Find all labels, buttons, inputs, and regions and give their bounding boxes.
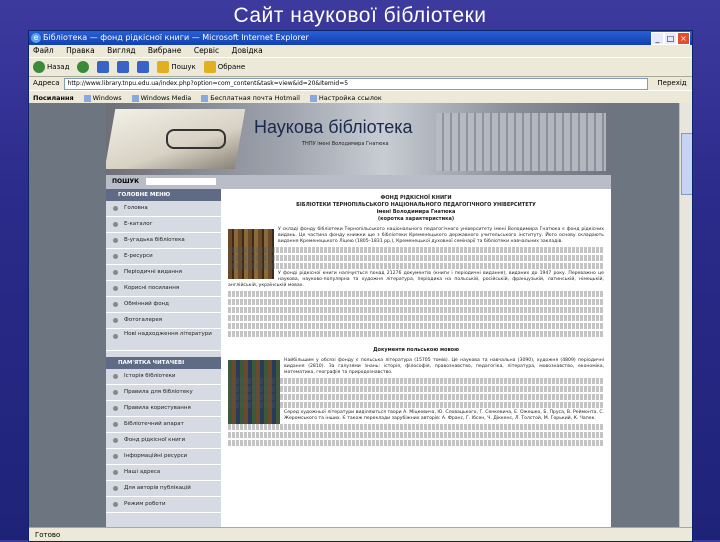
reader-item-info-resources[interactable]: Інформаційні ресурси: [106, 449, 221, 465]
university-building-image: [436, 113, 606, 171]
menu-item-useful-links[interactable]: Корисні посилання: [106, 281, 221, 297]
article-paragraph-1: У складі фонду бібліотеки Тернопільськог…: [278, 227, 604, 244]
site-title: Наукова бібліотека: [254, 117, 413, 137]
minimize-button[interactable]: _: [651, 32, 664, 45]
text-line: [228, 247, 604, 253]
article: ФОНД РІДКІСНОЇ КНИГИ БІБЛІОТЕКИ ТЕРНОПІЛ…: [224, 189, 608, 527]
menu-item-periodicals[interactable]: Періодичні видання: [106, 265, 221, 281]
browser-window: e Бібліотека — фонд рідкісної книги — Mi…: [28, 30, 693, 542]
maximize-button[interactable]: □: [664, 32, 677, 45]
reader-item-apparatus[interactable]: Бібліотечний апарат: [106, 417, 221, 433]
page-viewport: Наукова бібліотека ТНПУ імені Володимира…: [29, 103, 679, 527]
menu-help[interactable]: Довідка: [231, 46, 262, 55]
star-icon: [203, 61, 216, 73]
text-line: [228, 378, 604, 384]
go-button[interactable]: Перехід: [652, 77, 692, 90]
home-button[interactable]: [137, 61, 150, 73]
section-heading-polish: Документи польською мовою: [373, 347, 459, 353]
refresh-icon: [117, 61, 130, 73]
menu-item-home[interactable]: Головна: [106, 201, 221, 217]
close-button[interactable]: ×: [677, 32, 690, 45]
text-line: [228, 424, 604, 430]
menu-item-eresources[interactable]: Е-ресурси: [106, 249, 221, 265]
article-paragraph-3: Найбільшим у обсязі фонду є польська літ…: [284, 358, 604, 375]
bookshelf-photo: [228, 229, 274, 279]
stop-icon: [97, 61, 110, 73]
menu-item-ecatalog[interactable]: Е-каталог: [106, 217, 221, 233]
sidebar: ГОЛОВНЕ МЕНЮ Головна Е-каталог В-угадька…: [106, 189, 221, 527]
ie-logo-icon: e: [31, 33, 41, 43]
site-search-input[interactable]: [146, 178, 216, 185]
text-line: [228, 440, 604, 446]
reader-item-address[interactable]: Наші адреса: [106, 465, 221, 481]
menu-item-virtual-library[interactable]: В-угадька бібліотека: [106, 233, 221, 249]
reader-item-rules-usage[interactable]: Правила користування: [106, 401, 221, 417]
web-page: Наукова бібліотека ТНПУ імені Володимира…: [106, 103, 611, 527]
address-label: Адреса: [33, 79, 60, 87]
address-bar: Адреса http://www.library.tnpu.edu.ua/in…: [29, 77, 692, 90]
menu-item-exchange-fund[interactable]: Обмінний фонд: [106, 297, 221, 313]
search-icon: [157, 61, 170, 73]
text-line: [228, 315, 604, 321]
menu-tools[interactable]: Сервіс: [194, 46, 219, 55]
site-subtitle: ТНПУ імені Володимира Гнатюка: [302, 141, 389, 147]
glasses-image: [166, 129, 226, 149]
site-banner: Наукова бібліотека ТНПУ імені Володимира…: [106, 103, 611, 175]
toolbar: Назад Пошук Обране: [29, 57, 692, 77]
back-button[interactable]: Назад: [33, 58, 69, 76]
text-line: [228, 394, 604, 400]
reader-item-history[interactable]: Історія бібліотеки: [106, 369, 221, 385]
text-line: [228, 291, 604, 297]
address-input[interactable]: http://www.library.tnpu.edu.ua/index.php…: [63, 77, 648, 90]
browser-titlebar: e Бібліотека — фонд рідкісної книги — Mi…: [29, 31, 692, 45]
scrollbar-thumb[interactable]: [681, 133, 692, 195]
text-line: [228, 263, 604, 269]
reader-item-authors[interactable]: Для авторів публікацій: [106, 481, 221, 497]
slide-title: Сайт наукової бібліотеки: [233, 4, 487, 27]
reader-item-rare-books[interactable]: Фонд рідкісної книги: [106, 433, 221, 449]
article-heading: ФОНД РІДКІСНОЇ КНИГИ: [380, 195, 452, 201]
article-subheading-note: (коротка характеристика): [377, 216, 455, 222]
refresh-button[interactable]: [117, 61, 130, 73]
reader-item-rules-library[interactable]: Правила для бібліотеку: [106, 385, 221, 401]
menu-favorites[interactable]: Вибране: [148, 46, 182, 55]
article-paragraph-4: Серед художньої літератури виділяються т…: [284, 410, 604, 421]
forward-button[interactable]: [77, 61, 90, 73]
text-line: [228, 255, 604, 261]
text-line: [228, 386, 604, 392]
menu-file[interactable]: Файл: [33, 46, 54, 55]
text-line: [228, 402, 604, 408]
main-menu-heading: ГОЛОВНЕ МЕНЮ: [106, 189, 221, 201]
text-line: [228, 432, 604, 438]
status-text: Готово: [35, 531, 61, 539]
search-label: ПОШУК: [112, 178, 140, 185]
article-subheading-name: імені Володимира Гнатюка: [376, 209, 456, 215]
home-icon: [137, 61, 150, 73]
site-search-bar: ПОШУК: [106, 175, 611, 189]
reader-menu-heading: ПАМ'ЯТКА ЧИТАЧЕВІ: [106, 357, 221, 369]
window-title: Бібліотека — фонд рідкісної книги — Micr…: [43, 33, 309, 42]
stop-button[interactable]: [97, 61, 110, 73]
reader-item-hours[interactable]: Режим роботи: [106, 497, 221, 513]
favorites-button[interactable]: Обране: [203, 58, 245, 76]
text-line: [228, 299, 604, 305]
back-arrow-icon: [33, 61, 45, 73]
menu-item-photo-gallery[interactable]: Фотогалерея: [106, 313, 221, 329]
menu-bar: Файл Правка Вигляд Вибране Сервіс Довідк…: [29, 45, 692, 57]
old-books-photo: [228, 360, 280, 424]
menu-edit[interactable]: Правка: [66, 46, 95, 55]
text-line: [228, 331, 604, 337]
search-button[interactable]: Пошук: [157, 58, 196, 76]
article-paragraph-2: У фонді рідкісної книги налічується пона…: [228, 271, 604, 288]
text-line: [228, 307, 604, 313]
forward-arrow-icon: [77, 61, 90, 73]
vertical-scrollbar[interactable]: [679, 103, 692, 527]
text-line: [228, 323, 604, 329]
article-subheading: БІБЛІОТЕКИ ТЕРНОПІЛЬСЬКОГО НАЦІОНАЛЬНОГО…: [296, 202, 536, 208]
menu-item-new-arrivals[interactable]: Нові надходження літератури: [106, 329, 221, 351]
menu-view[interactable]: Вигляд: [107, 46, 135, 55]
